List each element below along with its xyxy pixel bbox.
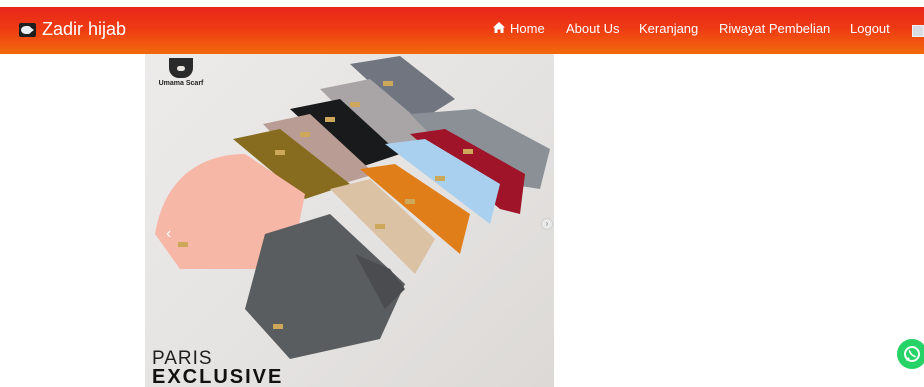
brand-name: Zadir hijab <box>42 19 127 39</box>
nav-about-us[interactable]: About Us <box>566 21 619 36</box>
scarf-brand-name: Umama Scarf <box>158 80 204 87</box>
carousel-prev-arrow[interactable]: ‹ <box>166 225 171 243</box>
nav-keranjang[interactable]: Keranjang <box>639 21 698 36</box>
hijab-rolls-image <box>155 56 550 359</box>
product-carousel[interactable]: Umama Scarf PARIS EXCLUSIVE <box>145 54 554 387</box>
nav-home[interactable]: Home <box>492 21 545 36</box>
carousel-next-button[interactable]: › <box>541 218 553 230</box>
home-icon <box>492 21 506 34</box>
profile-image-icon[interactable] <box>912 25 924 37</box>
scarf-brand-logo: Umama Scarf <box>157 58 205 87</box>
navbar: Zadir hijab Home About Us Keranjang Riwa… <box>0 7 924 54</box>
whatsapp-icon <box>904 346 920 362</box>
brand-logo-icon <box>19 22 36 37</box>
nav-riwayat-pembelian[interactable]: Riwayat Pembelian <box>719 21 830 36</box>
nav-logout[interactable]: Logout <box>850 21 890 36</box>
scarf-brand-avatar-icon <box>169 58 193 78</box>
product-title-line2: EXCLUSIVE <box>152 366 284 387</box>
brand-link[interactable]: Zadir hijab <box>19 19 126 40</box>
nav-home-label: Home <box>510 21 545 36</box>
whatsapp-button[interactable] <box>897 339 924 369</box>
